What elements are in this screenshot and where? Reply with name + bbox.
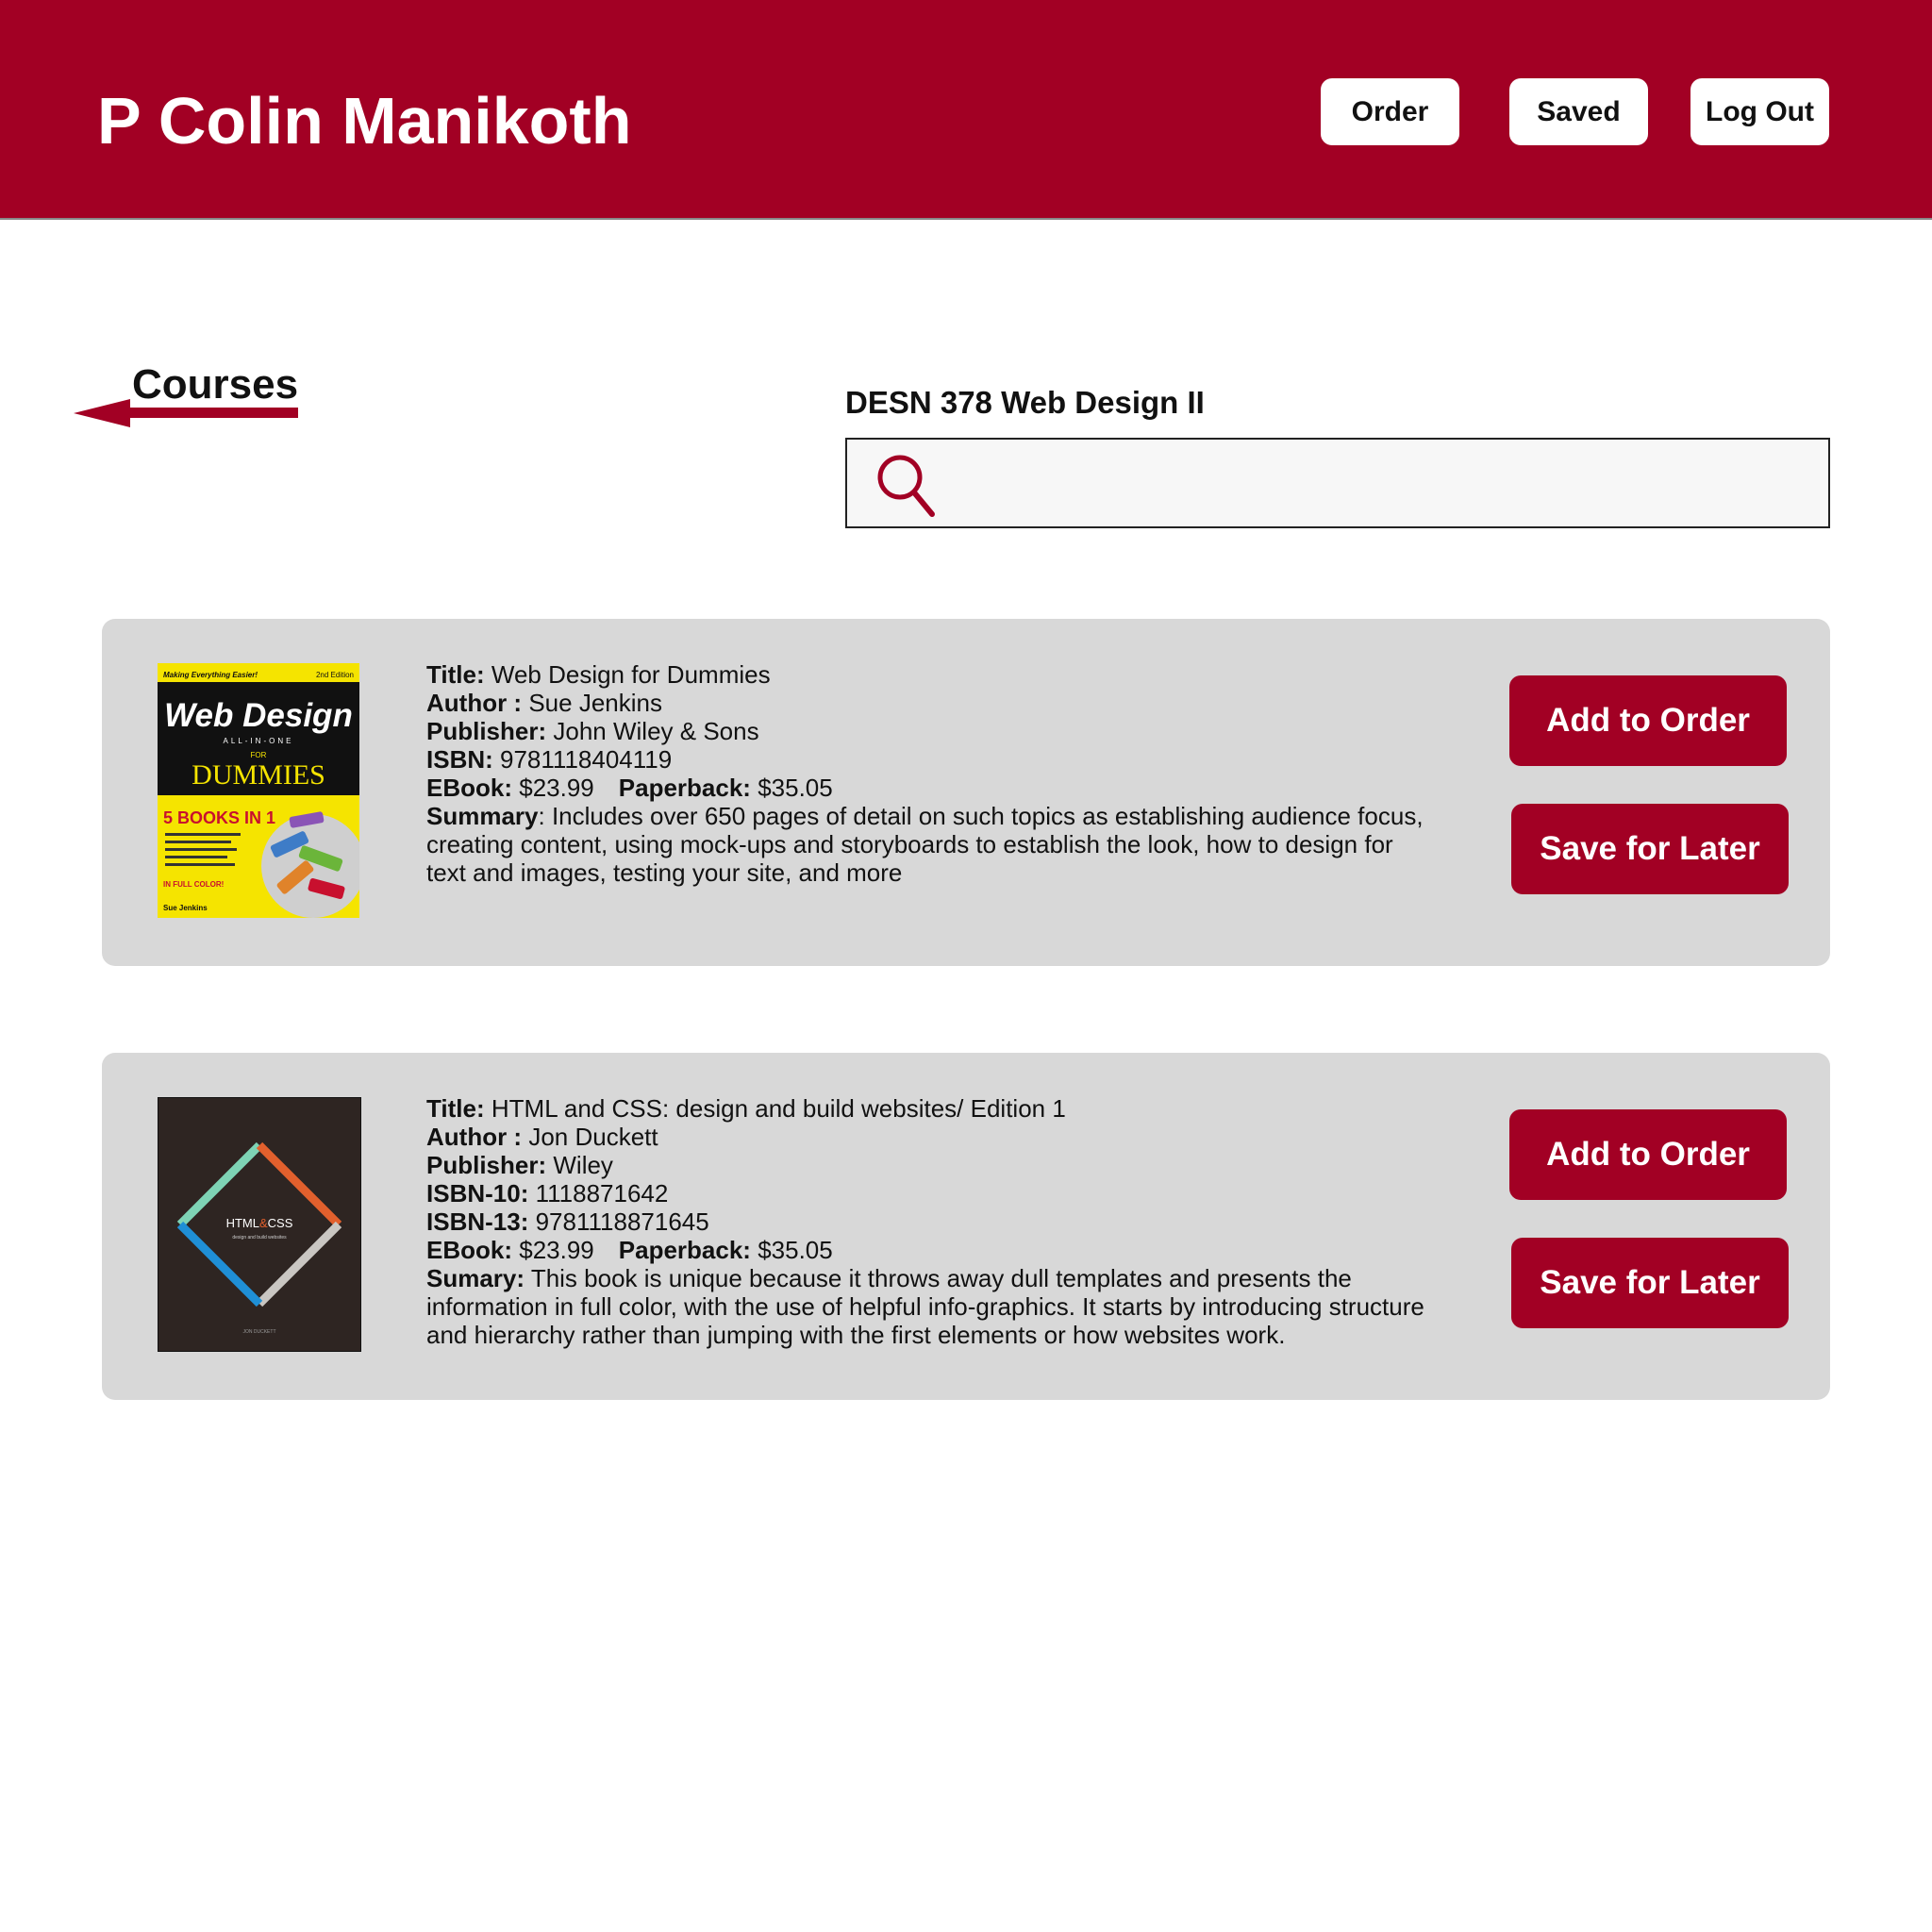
publisher-label: Publisher: (426, 717, 547, 745)
svg-text:JON DUCKETT: JON DUCKETT (243, 1329, 276, 1335)
book-card: Making Everything Easier! 2nd Edition We… (102, 619, 1830, 966)
svg-text:5 BOOKS IN 1: 5 BOOKS IN 1 (163, 808, 275, 827)
book-publisher: Wiley (553, 1151, 613, 1179)
book-publisher: John Wiley & Sons (553, 717, 759, 745)
course-title: DESN 378 Web Design II (845, 385, 1205, 420)
app-header: P Colin Manikoth Order Saved Log Out (0, 0, 1932, 220)
summary-label: Sumary: (426, 1264, 525, 1292)
order-button[interactable]: Order (1321, 78, 1459, 145)
svg-text:Making Everything Easier!: Making Everything Easier! (163, 671, 258, 679)
book-title: HTML and CSS: design and build websites/… (491, 1094, 1066, 1123)
saved-button[interactable]: Saved (1509, 78, 1648, 145)
ebook-label: EBook: (426, 1236, 512, 1264)
svg-text:DUMMIES: DUMMIES (192, 759, 325, 791)
book-isbn: 9781118404119 (500, 745, 673, 774)
paperback-price: $35.05 (758, 1236, 833, 1264)
book-cover-image: HTML&CSS design and build websites JON D… (158, 1097, 361, 1352)
book-summary: This book is unique because it throws aw… (426, 1264, 1424, 1349)
svg-text:FOR: FOR (251, 751, 267, 759)
isbn-label: ISBN: (426, 745, 493, 774)
book-details: Title: Web Design for Dummies Author : S… (426, 660, 1426, 887)
search-input[interactable] (951, 449, 1813, 519)
svg-text:HTML&CSS: HTML&CSS (226, 1216, 293, 1230)
svg-text:ALL-IN-ONE: ALL-IN-ONE (224, 737, 294, 745)
user-name: P Colin Manikoth (97, 84, 632, 158)
save-for-later-button[interactable]: Save for Later (1511, 804, 1789, 894)
svg-text:Sue Jenkins: Sue Jenkins (163, 904, 208, 912)
ebook-price: $23.99 (519, 774, 594, 802)
add-to-order-button[interactable]: Add to Order (1509, 1109, 1787, 1200)
title-label: Title: (426, 1094, 485, 1123)
logout-button[interactable]: Log Out (1690, 78, 1829, 145)
svg-text:Web Design: Web Design (164, 697, 353, 734)
save-for-later-button[interactable]: Save for Later (1511, 1238, 1789, 1328)
svg-text:IN FULL COLOR!: IN FULL COLOR! (163, 880, 224, 889)
author-label: Author : (426, 689, 523, 717)
ebook-price: $23.99 (519, 1236, 594, 1264)
search-bar (845, 438, 1830, 528)
paperback-label: Paperback: (618, 774, 751, 802)
svg-text:design and build websites: design and build websites (232, 1235, 287, 1241)
title-label: Title: (426, 660, 485, 689)
book-isbn13: 9781118871645 (535, 1208, 709, 1236)
isbn10-label: ISBN-10: (426, 1179, 529, 1208)
courses-back-link[interactable]: Courses (74, 361, 300, 427)
ebook-label: EBook: (426, 774, 512, 802)
author-label: Author : (426, 1123, 523, 1151)
search-icon (877, 455, 935, 517)
isbn13-label: ISBN-13: (426, 1208, 529, 1236)
paperback-price: $35.05 (758, 774, 833, 802)
summary-label: Summary (426, 802, 539, 830)
book-summary: : Includes over 650 pages of detail on s… (426, 802, 1424, 887)
publisher-label: Publisher: (426, 1151, 547, 1179)
paperback-label: Paperback: (618, 1236, 751, 1264)
book-card: HTML&CSS design and build websites JON D… (102, 1053, 1830, 1400)
book-details: Title: HTML and CSS: design and build we… (426, 1094, 1426, 1349)
book-author: Sue Jenkins (528, 689, 662, 717)
svg-text:2nd Edition: 2nd Edition (316, 671, 354, 679)
add-to-order-button[interactable]: Add to Order (1509, 675, 1787, 766)
book-author: Jon Duckett (528, 1123, 658, 1151)
book-cover-image: Making Everything Easier! 2nd Edition We… (158, 663, 359, 918)
book-title: Web Design for Dummies (491, 660, 771, 689)
book-isbn10: 1118871642 (535, 1179, 669, 1208)
arrow-left-icon (74, 399, 298, 427)
